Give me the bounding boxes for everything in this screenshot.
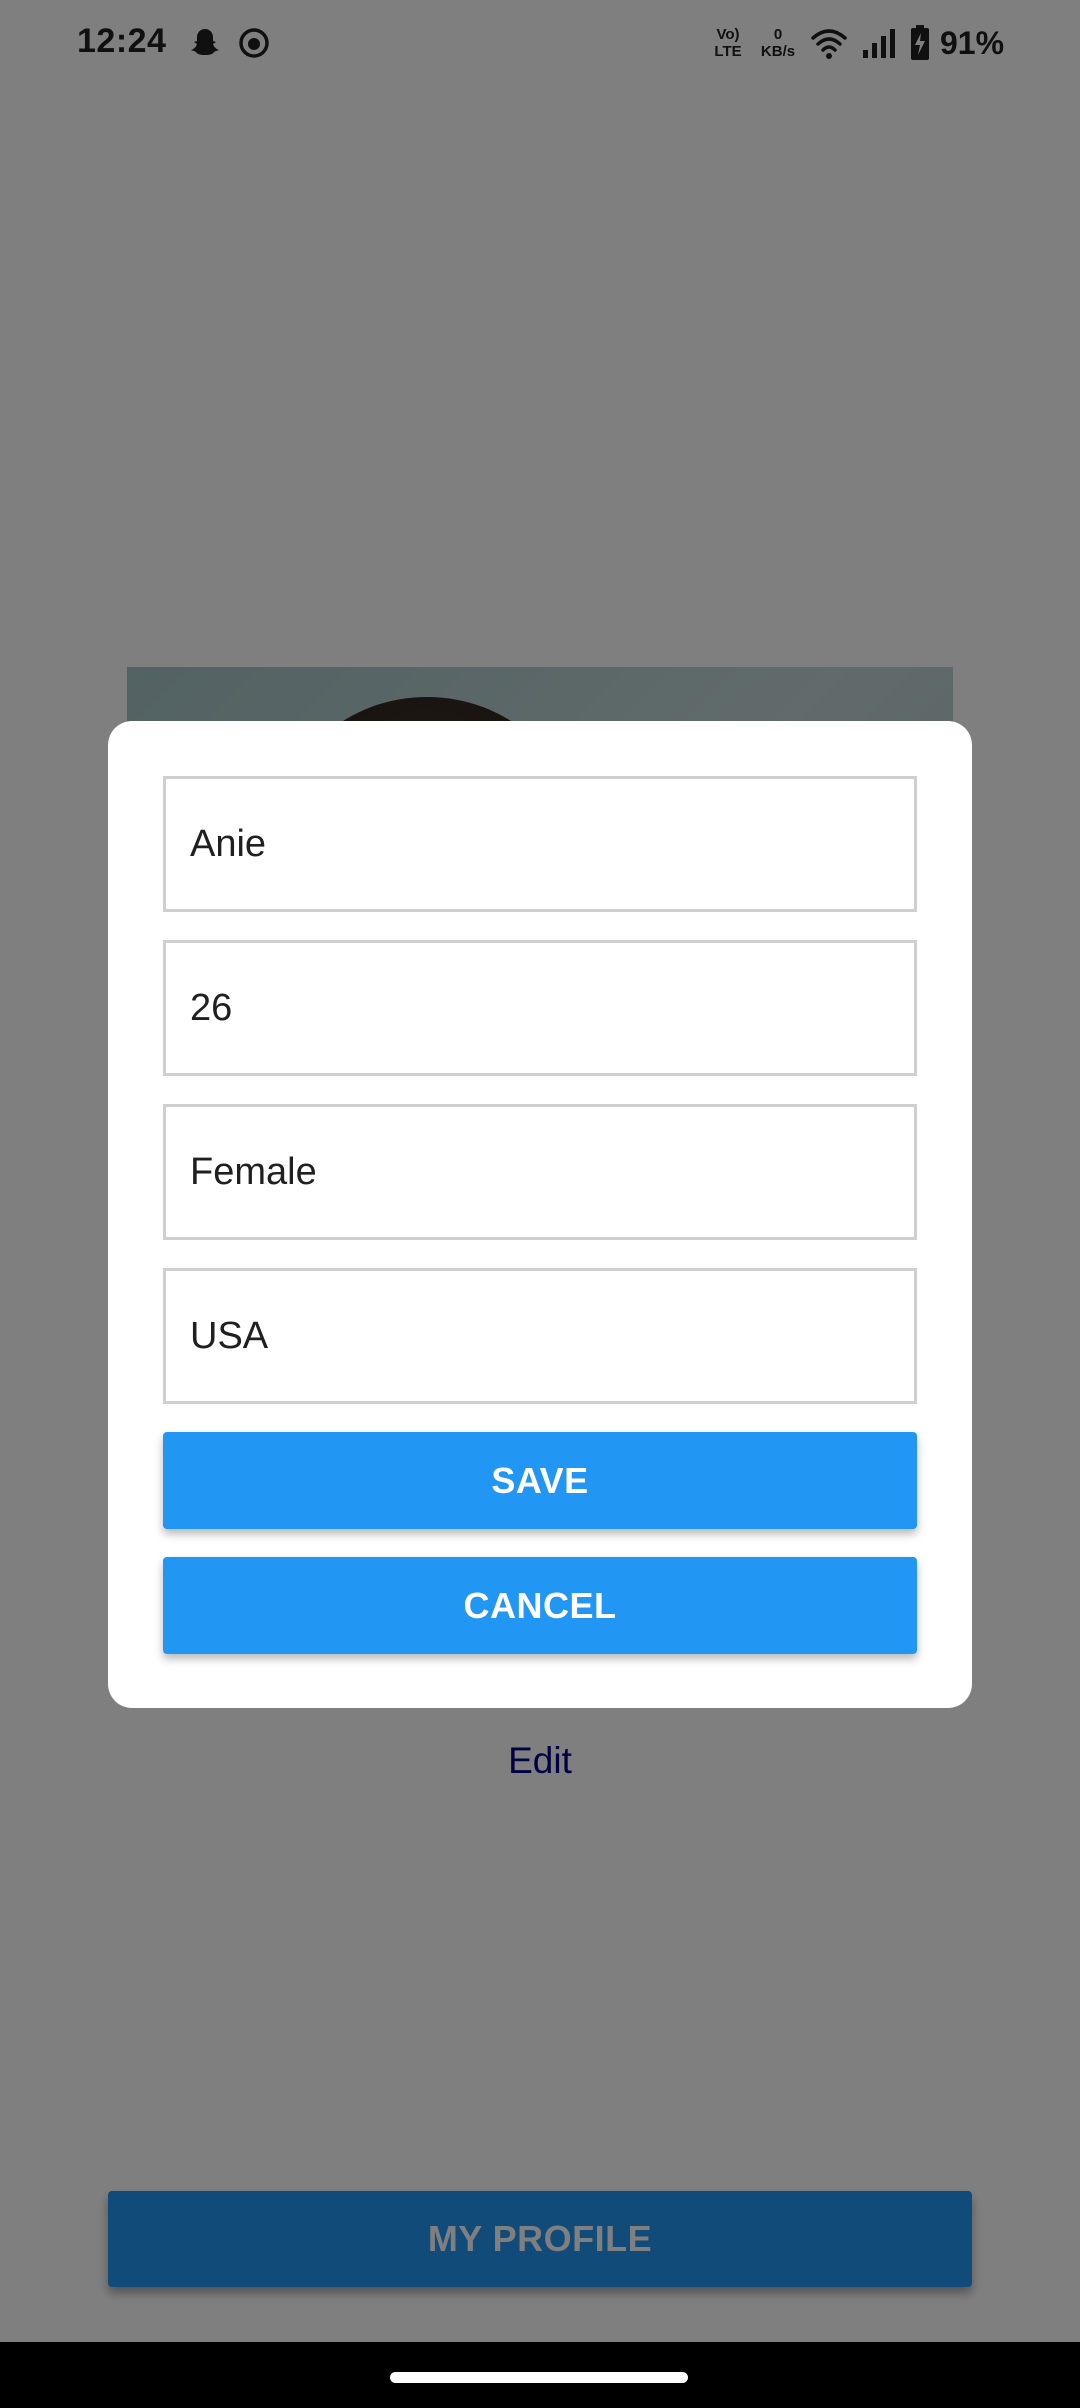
cancel-button[interactable]: CANCEL	[163, 1557, 917, 1654]
country-field[interactable]	[163, 1268, 917, 1404]
name-input[interactable]	[166, 779, 914, 909]
country-input[interactable]	[166, 1271, 914, 1401]
gender-input[interactable]	[166, 1107, 914, 1237]
gender-field[interactable]	[163, 1104, 917, 1240]
name-field[interactable]	[163, 776, 917, 912]
age-field[interactable]	[163, 940, 917, 1076]
save-button[interactable]: SAVE	[163, 1432, 917, 1529]
age-input[interactable]	[166, 943, 914, 1073]
home-gesture-handle[interactable]	[390, 2372, 688, 2383]
edit-profile-dialog: SAVE CANCEL	[108, 721, 972, 1708]
